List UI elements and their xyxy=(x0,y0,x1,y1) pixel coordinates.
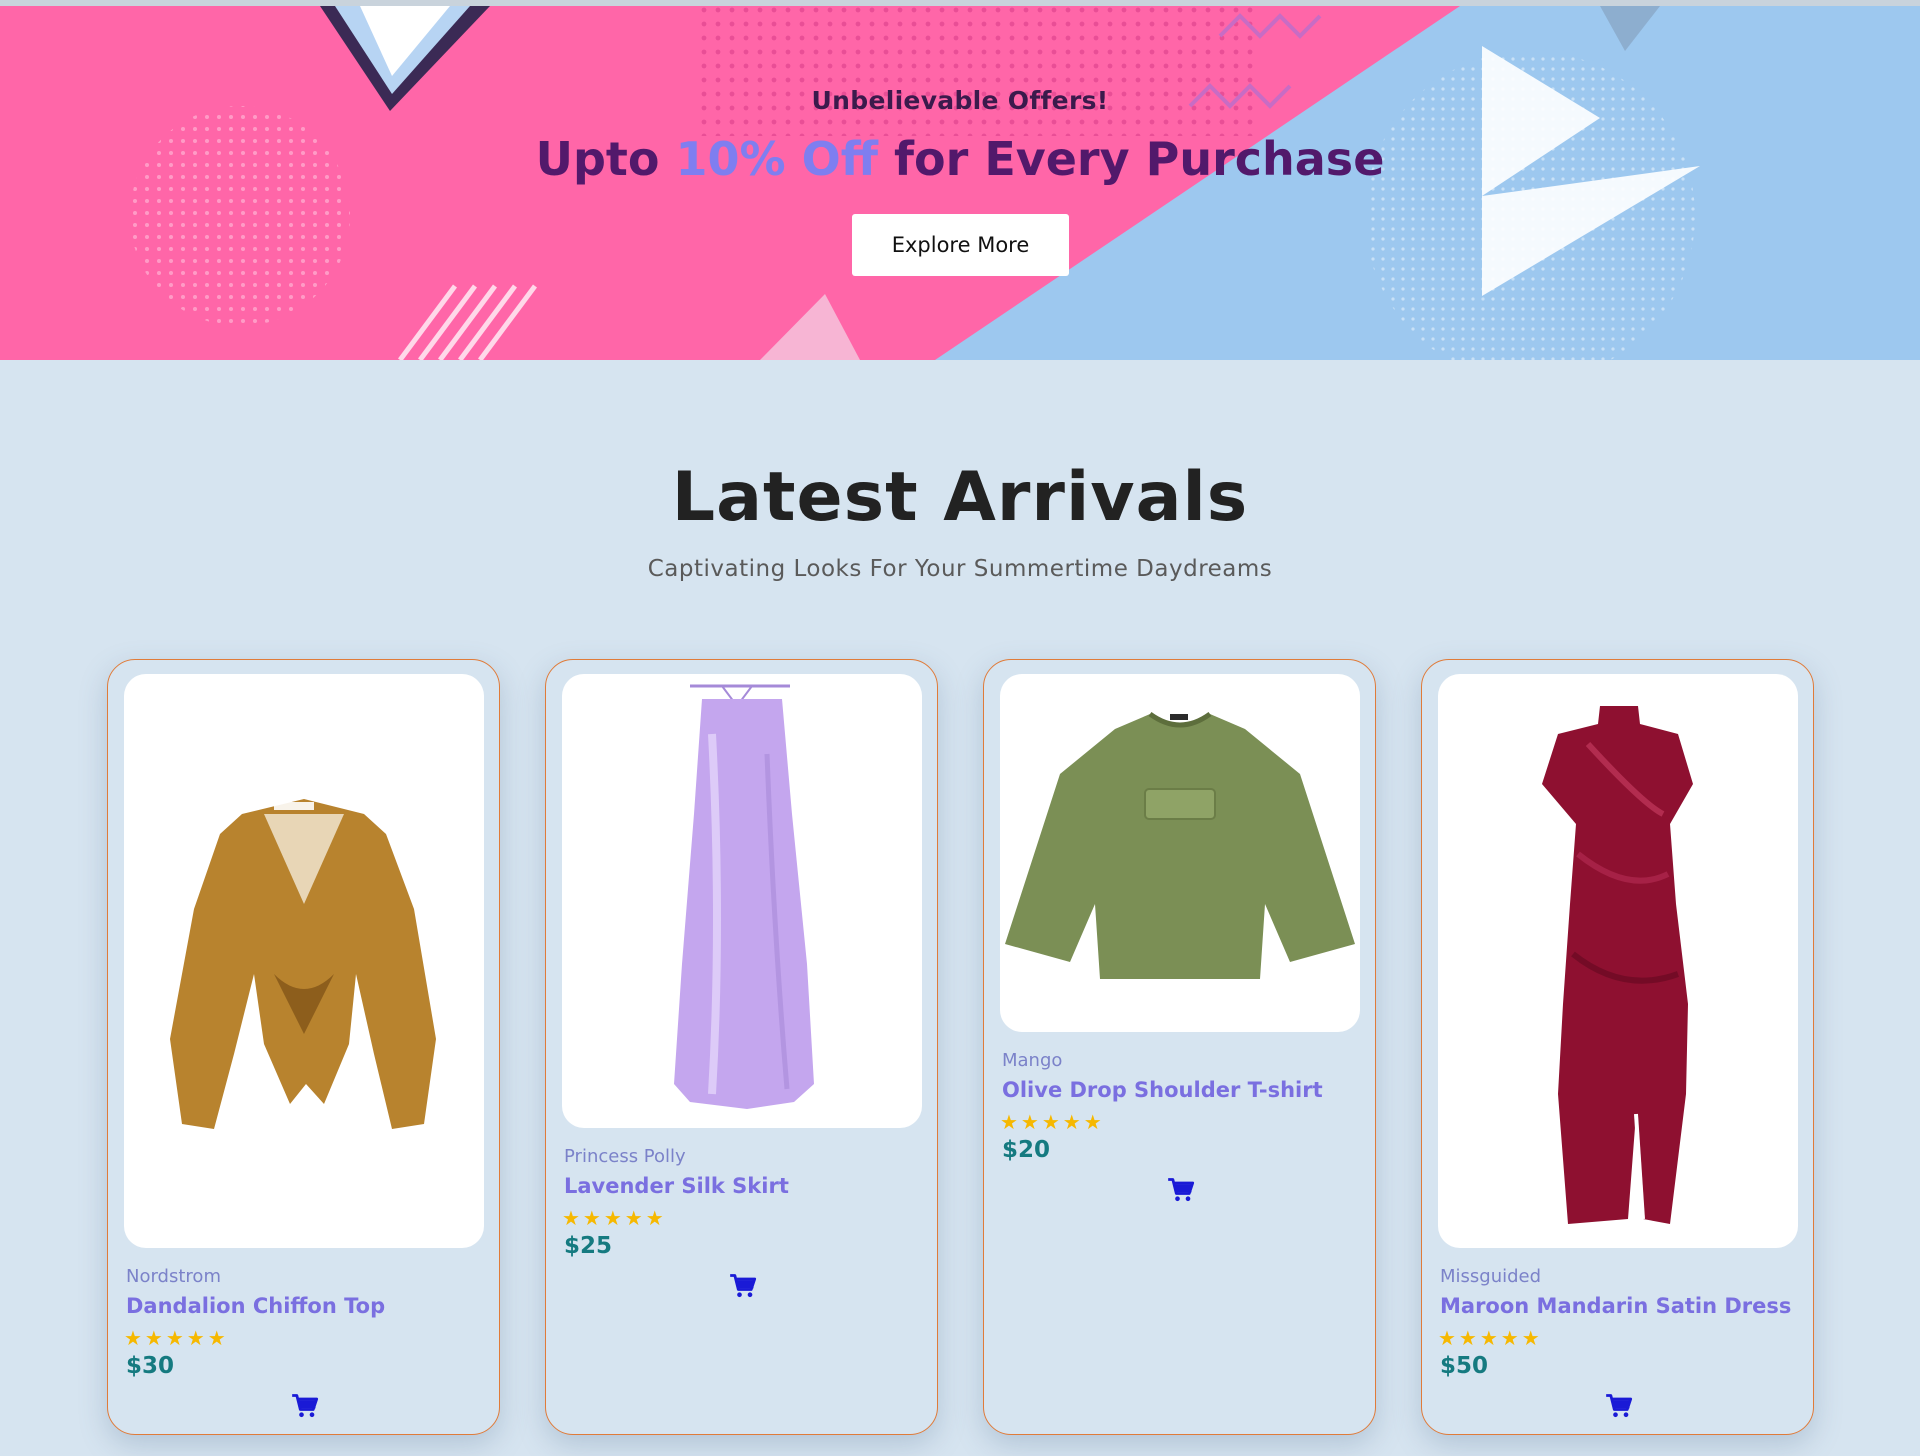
dress-icon xyxy=(1542,706,1693,1224)
product-brand: Mango xyxy=(1002,1050,1063,1071)
star-rating: ★★★★★ xyxy=(1000,1110,1105,1134)
product-card[interactable]: Princess Polly Lavender Silk Skirt ★★★★★… xyxy=(545,659,938,1435)
product-image[interactable] xyxy=(1000,674,1360,1032)
product-price: $25 xyxy=(564,1233,613,1259)
product-price: $30 xyxy=(126,1353,175,1379)
skirt-icon xyxy=(674,684,814,1109)
tshirt-icon xyxy=(1005,711,1355,979)
banner-headline: Upto 10% Off for Every Purchase xyxy=(0,132,1920,186)
shopping-cart-icon[interactable] xyxy=(291,1393,319,1419)
headline-prefix: Upto xyxy=(535,132,676,186)
product-card[interactable]: Mango Olive Drop Shoulder T-shirt ★★★★★ … xyxy=(983,659,1376,1435)
banner-content: Unbelievable Offers! Upto 10% Off for Ev… xyxy=(0,6,1920,360)
promo-banner: Unbelievable Offers! Upto 10% Off for Ev… xyxy=(0,6,1920,360)
shopping-cart-icon[interactable] xyxy=(729,1273,757,1299)
product-brand: Princess Polly xyxy=(564,1146,686,1167)
product-name[interactable]: Olive Drop Shoulder T-shirt xyxy=(1002,1078,1323,1102)
product-name[interactable]: Maroon Mandarin Satin Dress xyxy=(1440,1294,1791,1318)
product-name[interactable]: Dandalion Chiffon Top xyxy=(126,1294,385,1318)
section-title: Latest Arrivals xyxy=(671,458,1249,537)
section-subtitle: Captivating Looks For Your Summertime Da… xyxy=(647,556,1273,582)
product-image[interactable] xyxy=(562,674,922,1128)
product-image[interactable] xyxy=(1438,674,1798,1248)
star-rating: ★★★★★ xyxy=(562,1206,667,1230)
product-image[interactable] xyxy=(124,674,484,1248)
blouse-icon xyxy=(170,799,436,1129)
product-price: $20 xyxy=(1002,1137,1051,1163)
banner-kicker: Unbelievable Offers! xyxy=(811,86,1109,115)
product-brand: Missguided xyxy=(1440,1266,1542,1287)
star-rating: ★★★★★ xyxy=(124,1326,229,1350)
product-card[interactable]: Nordstrom Dandalion Chiffon Top ★★★★★ $3… xyxy=(107,659,500,1435)
explore-more-button[interactable]: Explore More xyxy=(852,214,1069,276)
headline-discount: 10% Off xyxy=(675,132,878,186)
headline-suffix: for Every Purchase xyxy=(877,132,1385,186)
product-price: $50 xyxy=(1440,1353,1489,1379)
shopping-cart-icon[interactable] xyxy=(1605,1393,1633,1419)
star-rating: ★★★★★ xyxy=(1438,1326,1543,1350)
product-name[interactable]: Lavender Silk Skirt xyxy=(564,1174,789,1198)
shopping-cart-icon[interactable] xyxy=(1167,1177,1195,1203)
product-card[interactable]: Missguided Maroon Mandarin Satin Dress ★… xyxy=(1421,659,1814,1435)
product-brand: Nordstrom xyxy=(126,1266,221,1287)
